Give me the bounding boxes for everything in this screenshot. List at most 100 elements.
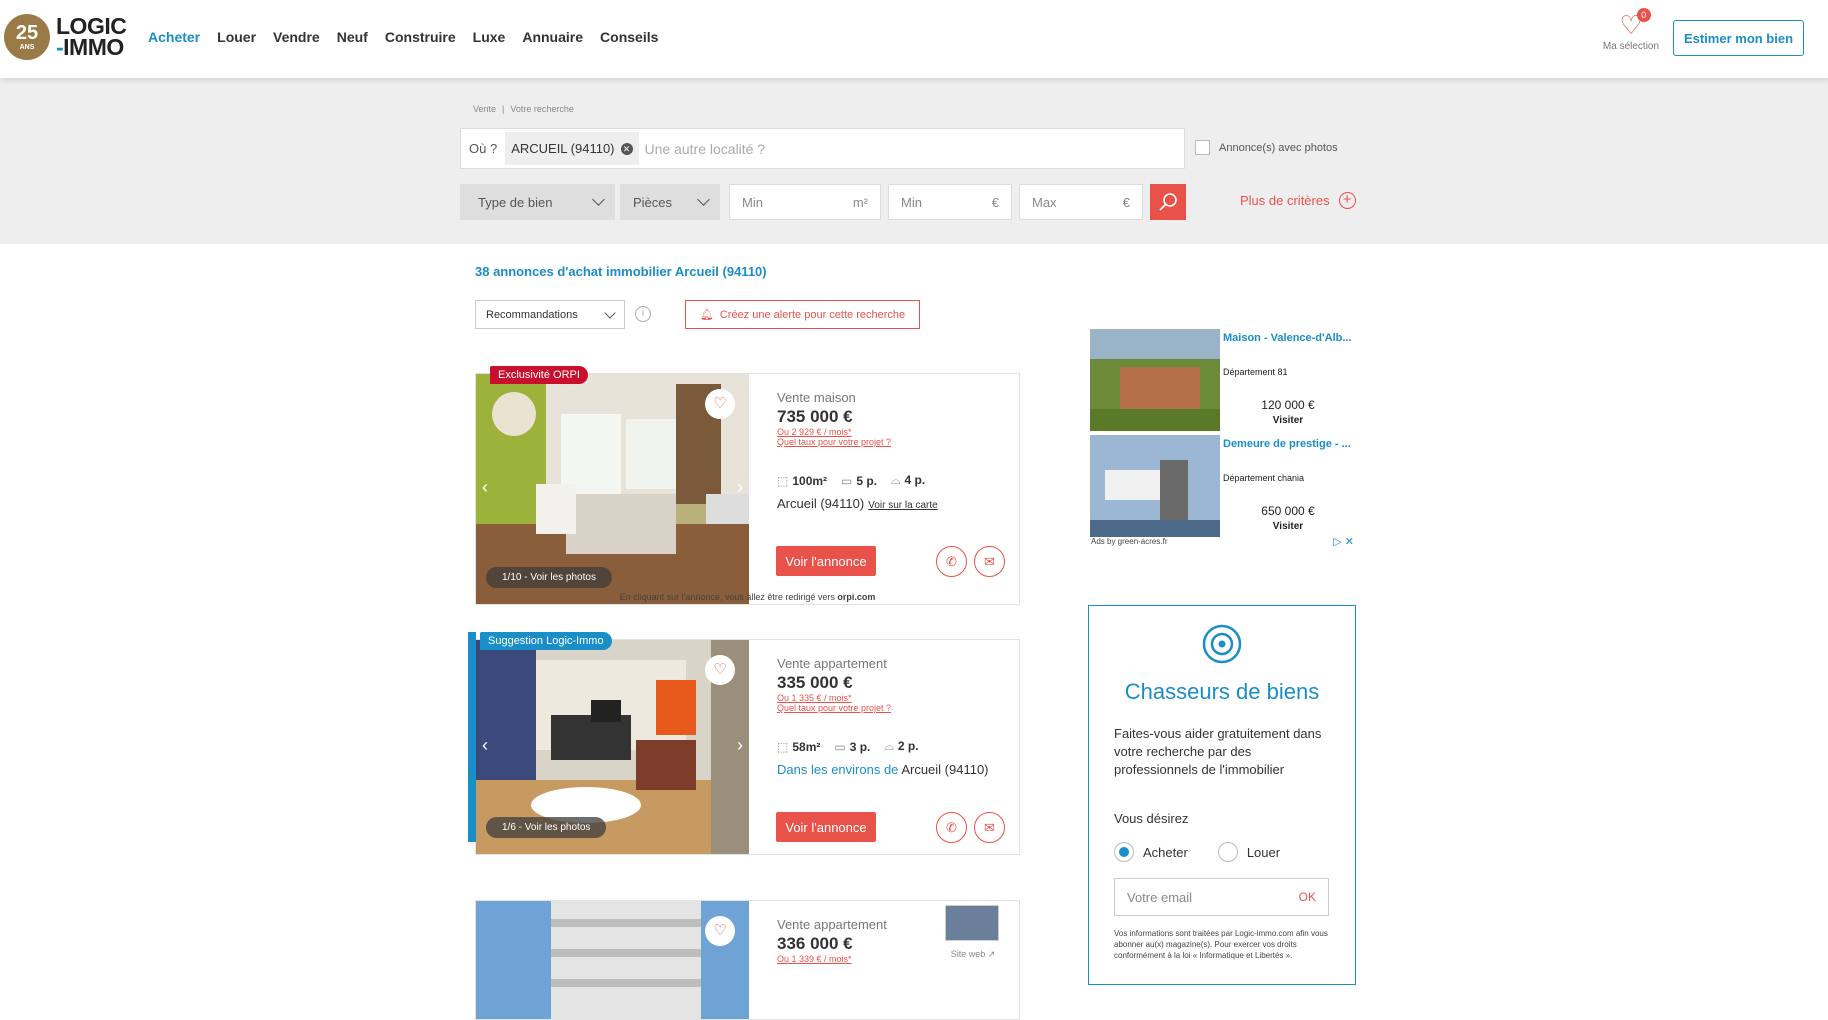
photos-checkbox[interactable] [1195,140,1210,155]
environs-label[interactable]: Dans les environs de [777,762,898,777]
email-field[interactable]: Votre email OK [1114,878,1329,916]
nav-construire[interactable]: Construire [385,29,456,45]
view-listing-button[interactable]: Voir l'annonce [776,812,876,842]
info-icon[interactable]: i [635,306,651,322]
favorite-heart-icon[interactable]: ♡ [705,655,735,685]
listing-card[interactable]: Suggestion Logic-Immo ‹ › ♡ 1/6 - Voir l… [468,632,1020,855]
anniversary-badge: 25 ANS [4,14,50,60]
target-icon [1202,624,1242,664]
surface: ⬚ 58m² [777,739,821,754]
ads-by[interactable]: Ads by green-acres.fr [1091,537,1167,546]
bell-icon: 🔔︎ [699,309,714,321]
ok-button[interactable]: OK [1299,890,1316,904]
listing-photo[interactable]: ♡ [476,901,749,1019]
mail-icon[interactable]: ✉ [974,812,1005,843]
price-min-input[interactable]: Min € [888,184,1012,220]
listing-location: Dans les environs de Arcueil (94110) [777,762,989,777]
view-listing-button[interactable]: Voir l'annonce [776,546,876,576]
breadcrumb-search[interactable]: Votre recherche [510,104,574,114]
chevron-down-icon [592,193,605,206]
location-chip[interactable]: ARCUEIL (94110) ✕ [505,132,639,165]
surface-min-input[interactable]: Min m² [729,184,881,220]
ad-visit-button[interactable]: Visiter [1223,415,1353,426]
agency-logo [945,905,999,941]
listing-photo[interactable]: ‹ › ♡ 1/6 - Voir les photos [476,640,749,854]
phone-icon[interactable]: ✆ [936,812,967,843]
listing-location: Arcueil (94110) Voir sur la carte [777,496,938,511]
surface: ⬚ 100m² [777,473,828,488]
create-alert-button[interactable]: 🔔︎ Créez une alerte pour cette recherche [685,300,920,329]
bedrooms: ⌓ 4 p. [891,473,926,487]
photo-counter[interactable]: 1/6 - Voir les photos [486,817,607,838]
listing-features: ⬚ 58m² ▭ 3 p. ⌓ 2 p. [777,739,1019,754]
ad-title[interactable]: Maison - Valence-d'Alb... [1223,332,1352,344]
listing-card[interactable]: ♡ Vente appartement 336 000 € Ou 1 339 €… [475,900,1020,1020]
property-type-select[interactable]: Type de bien [460,184,615,220]
photos-filter[interactable]: Annonce(s) avec photos [1195,140,1338,155]
logo[interactable]: 25 ANS LOGIC -IMMO [4,13,127,61]
listing-image [476,901,749,1019]
prev-photo-icon[interactable]: ‹ [482,477,488,498]
site-header: 25 ANS LOGIC -IMMO Acheter Louer Vendre … [0,0,1828,78]
nav-neuf[interactable]: Neuf [337,29,368,45]
nav-annuaire[interactable]: Annuaire [522,29,583,45]
remove-location-icon[interactable]: ✕ [620,142,633,155]
monthly-link[interactable]: Ou 1 335 € / mois* [777,693,1019,703]
search-button[interactable] [1150,184,1186,220]
location-input[interactable]: Une autre localité ? [645,141,766,157]
agency-site[interactable]: Site web ↗ [945,905,1001,960]
intent-radio-group: Acheter Louer [1114,842,1310,862]
ad-price: 650 000 € [1261,504,1315,518]
adchoices-icon[interactable]: ▷ ✕ [1333,535,1354,548]
listing-features: ⬚ 100m² ▭ 5 p. ⌓ 4 p. [777,473,1019,488]
listing-card[interactable]: Exclusivité ORPI ‹ › ♡ 1/10 - Voir les p… [475,366,1020,605]
rate-link[interactable]: Quel taux pour votre projet ? [777,703,1019,713]
breadcrumb-vente[interactable]: Vente [473,104,496,114]
my-selection[interactable]: ♡ 0 Ma sélection [1596,8,1666,52]
next-photo-icon[interactable]: › [737,477,743,498]
prev-photo-icon[interactable]: ‹ [482,735,488,756]
listing-info: Vente appartement 335 000 € Ou 1 335 € /… [777,640,1019,777]
price-max-input[interactable]: Max € [1019,184,1143,220]
listing-type: Vente maison [777,390,856,405]
sort-select[interactable]: Recommandations [475,300,625,329]
nav-luxe[interactable]: Luxe [473,29,506,45]
ad-item[interactable]: Demeure de prestige - ... Département ch… [1088,434,1356,538]
radio-acheter[interactable]: Acheter [1114,842,1188,862]
ad-visit-button[interactable]: Visiter [1223,521,1353,532]
rate-link[interactable]: Quel taux pour votre projet ? [777,437,1019,447]
phone-icon[interactable]: ✆ [936,546,967,577]
ad-price: 120 000 € [1261,398,1315,412]
rooms-icon: ▭ [834,739,846,754]
favorite-heart-icon[interactable]: ♡ [705,389,735,419]
bed-icon: ⌓ [891,473,901,487]
nav-conseils[interactable]: Conseils [600,29,658,45]
surface-icon: ⬚ [777,739,789,754]
listing-price: 335 000 € [777,673,853,692]
radio-louer[interactable]: Louer [1217,842,1280,862]
monthly-link[interactable]: Ou 2 929 € / mois* [777,427,1019,437]
nav-acheter[interactable]: Acheter [148,29,200,45]
map-link[interactable]: Voir sur la carte [868,500,937,511]
ad-item[interactable]: Maison - Valence-d'Alb... Département 81… [1088,328,1356,432]
rooms-select[interactable]: Pièces [620,184,720,220]
estimate-button[interactable]: Estimer mon bien [1673,20,1804,56]
suggestion-badge: Suggestion Logic-Immo [480,632,612,650]
listing-photo[interactable]: ‹ › ♡ 1/10 - Voir les photos [476,374,749,604]
nav-louer[interactable]: Louer [217,29,256,45]
next-photo-icon[interactable]: › [737,735,743,756]
ad-image [1090,329,1220,431]
ad-department: Département chania [1223,473,1305,483]
chevron-down-icon [697,193,710,206]
location-field[interactable]: Où ? ARCUEIL (94110) ✕ Une autre localité… [460,128,1185,169]
rooms: ▭ 5 p. [841,473,878,488]
property-hunters-panel: Chasseurs de biens Faites-vous aider gra… [1088,605,1356,985]
favorite-heart-icon[interactable]: ♡ [705,916,735,946]
photo-counter[interactable]: 1/10 - Voir les photos [486,567,612,588]
mail-icon[interactable]: ✉ [974,546,1005,577]
ad-title[interactable]: Demeure de prestige - ... [1223,438,1351,450]
photos-label: Annonce(s) avec photos [1219,141,1338,154]
more-criteria-button[interactable]: Plus de critères + [1240,192,1356,209]
nav-vendre[interactable]: Vendre [273,29,320,45]
results-title: 38 annonces d'achat immobilier Arcueil (… [475,264,767,279]
